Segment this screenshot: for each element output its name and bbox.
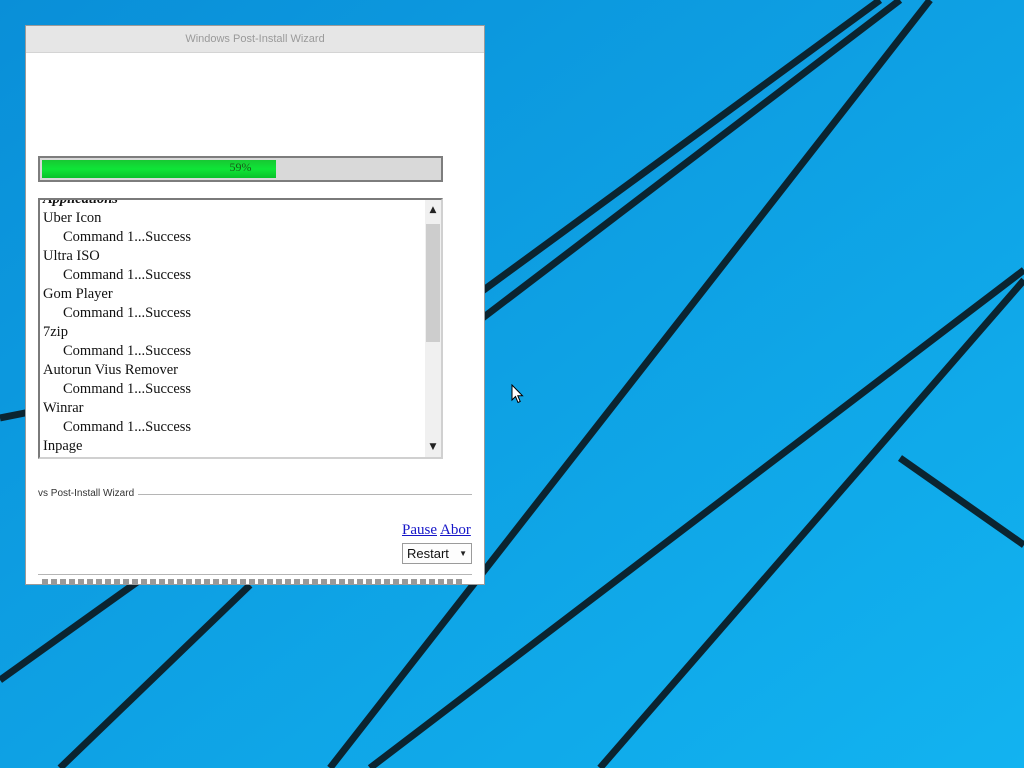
log-command-status: Command 1...Success [63,419,192,435]
log-command-status: Command 1...Success [63,305,192,321]
log-heading: Applications [43,198,118,207]
section-divider [138,494,472,495]
install-log-list[interactable]: Applications Uber Icon Command 1...Succe… [38,198,443,459]
log-command-status: Command 1...Success [63,381,192,397]
progress-bar: 59% [38,156,443,182]
scroll-up-icon[interactable]: ▲ [425,202,441,218]
restart-dropdown[interactable]: Restart ▼ [402,543,472,564]
log-scrollbar[interactable]: ▲ ▼ [425,200,441,457]
scrollbar-thumb[interactable] [426,224,440,342]
log-app-name: Inpage [43,438,83,454]
restart-selected-value: Restart [407,546,449,561]
log-command-status: Command 1...Success [63,267,192,283]
log-app-name: 7zip [43,324,68,340]
scroll-down-icon[interactable]: ▼ [425,439,441,455]
chevron-down-icon: ▼ [459,549,467,558]
log-command-status: Command 1...Success [63,229,192,245]
section-legend: vs Post-Install Wizard [38,488,135,499]
log-app-name: Autorun Vius Remover [43,362,178,378]
log-app-name: Winrar [43,400,84,416]
bottom-divider [38,574,472,575]
mouse-pointer-icon [511,384,524,404]
clipped-footer-text [42,579,462,584]
wizard-window: Windows Post-Install Wizard 59% Applicat… [25,25,485,585]
log-command-status: Command 1...Success [63,343,192,359]
pause-link[interactable]: Pause [402,522,437,539]
log-app-name: Gom Player [43,286,113,302]
abort-link[interactable]: Abor [440,522,472,539]
window-title[interactable]: Windows Post-Install Wizard [26,26,484,53]
log-content: Applications Uber Icon Command 1...Succe… [43,198,423,456]
log-app-name: Uber Icon [43,210,102,226]
log-app-name: Ultra ISO [43,248,100,264]
progress-label: 59% [229,160,252,174]
